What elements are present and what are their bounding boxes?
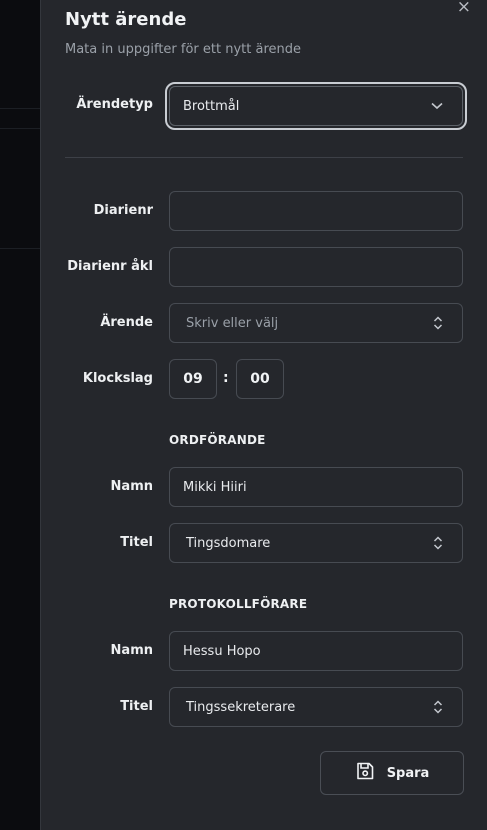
dialog-subtitle: Mata in uppgifter för ett nytt ärende [65, 42, 301, 57]
chevron-down-icon [426, 99, 448, 113]
diarienr-input[interactable] [169, 191, 463, 231]
clerk-name-value: Hessu Hopo [183, 643, 261, 659]
new-case-dialog: × Nytt ärende Mata in uppgifter för ett … [40, 0, 487, 830]
clerk-title-select[interactable]: Tingssekreterare [169, 687, 463, 727]
chairperson-title-label: Titel [120, 535, 153, 550]
close-icon[interactable]: × [457, 0, 471, 16]
dialog-title: Nytt ärende [65, 9, 187, 30]
save-button[interactable]: Spara [320, 751, 464, 795]
clerk-title-value: Tingssekreterare [186, 699, 296, 715]
chairperson-name-value: Mikki Hiiri [183, 479, 247, 495]
case-type-label: Ärendetyp [76, 97, 153, 112]
case-type-value: Brottmål [183, 98, 240, 114]
chevron-up-down-icon [428, 700, 448, 714]
background-divider [0, 108, 40, 109]
background-divider [0, 248, 40, 249]
clerk-name-input[interactable]: Hessu Hopo [169, 631, 463, 671]
background-overlay [0, 0, 40, 830]
time-label: Klockslag [82, 371, 153, 386]
arende-combobox[interactable]: Skriv eller välj [169, 303, 463, 343]
time-separator: : [223, 370, 229, 386]
case-type-select[interactable]: Brottmål [165, 82, 467, 130]
chevron-up-down-icon [428, 536, 448, 550]
minute-input[interactable]: 00 [236, 359, 284, 399]
diarienr-label: Diarienr [93, 203, 153, 218]
chevron-up-down-icon [428, 316, 448, 330]
arende-label: Ärende [100, 315, 153, 330]
floppy-disk-icon [355, 761, 375, 785]
chairperson-name-input[interactable]: Mikki Hiiri [169, 467, 463, 507]
background-divider [0, 128, 40, 129]
chairperson-heading: ORDFÖRANDE [169, 433, 266, 447]
diarienr-akl-input[interactable] [169, 247, 463, 287]
clerk-heading: PROTOKOLLFÖRARE [169, 597, 308, 611]
clerk-title-label: Titel [120, 699, 153, 714]
chairperson-name-label: Namn [110, 479, 153, 494]
diarienr-akl-label: Diarienr åkl [67, 259, 153, 274]
chairperson-title-value: Tingsdomare [186, 535, 271, 551]
clerk-name-label: Namn [110, 643, 153, 658]
arende-placeholder: Skriv eller välj [186, 315, 279, 331]
save-button-label: Spara [386, 765, 430, 781]
chairperson-title-select[interactable]: Tingsdomare [169, 523, 463, 563]
hour-input[interactable]: 09 [169, 359, 217, 399]
section-divider [65, 157, 463, 158]
